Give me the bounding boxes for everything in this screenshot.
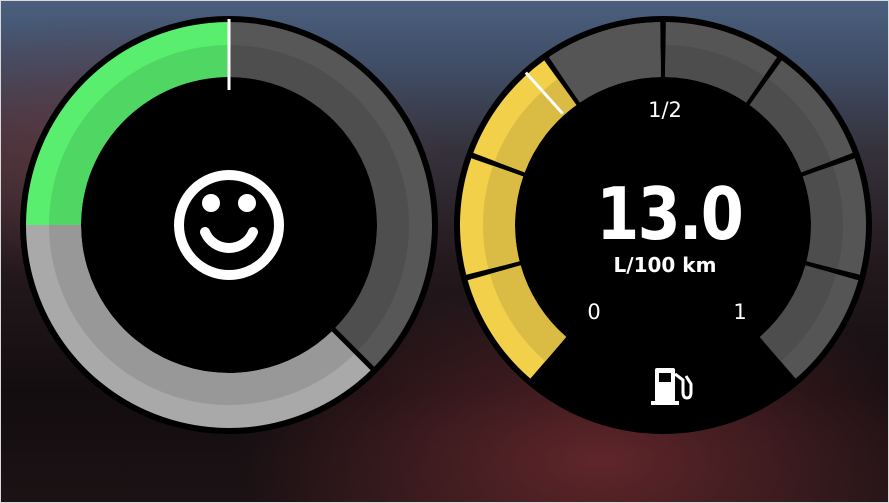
eco-gauge (20, 16, 438, 434)
fuel-economy-unit: L/100 km (613, 253, 717, 277)
scale-label-one: 1 (733, 300, 747, 324)
dashboard-canvas (20, 16, 872, 434)
scale-label-zero: 0 (587, 300, 601, 324)
eco-gauge-center (83, 79, 375, 371)
fuel-economy-value: 13.0 (596, 172, 744, 256)
scale-label-half: 1/2 (648, 98, 682, 122)
